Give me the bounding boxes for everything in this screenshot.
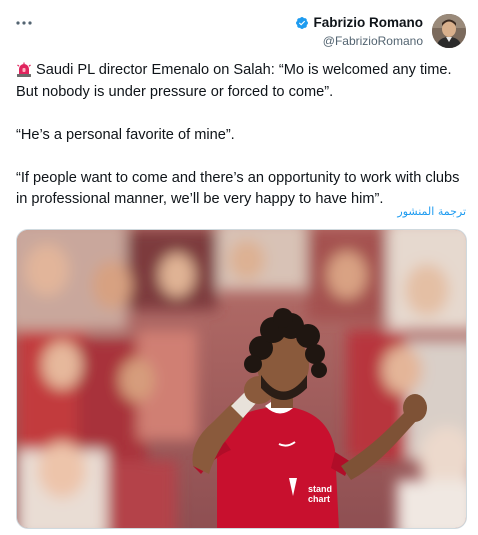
author-handle[interactable]: @FabrizioRomano — [323, 33, 423, 49]
tweet-author: Fabrizio Romano @FabrizioRomano — [295, 14, 466, 49]
translate-post-link[interactable]: ترجمة المنشور — [397, 205, 466, 218]
tweet-media-photo[interactable]: stand chart — [16, 229, 467, 529]
author-name-row: Fabrizio Romano — [295, 14, 423, 32]
shirt-sponsor-text: stand chart — [308, 484, 332, 504]
author-text: Fabrizio Romano @FabrizioRomano — [295, 14, 423, 49]
author-avatar[interactable] — [432, 14, 466, 48]
tweet-paragraph-1-text: Saudi PL director Emenalo on Salah: “Mo … — [16, 62, 452, 100]
verified-badge-icon — [296, 17, 309, 29]
tweet-card: Fabrizio Romano @FabrizioRomano Saudi PL… — [0, 0, 478, 535]
police-light-icon — [17, 62, 31, 77]
shirt-sponsor-word: chart — [308, 494, 330, 504]
more-options-button[interactable] — [14, 16, 34, 30]
author-display-name[interactable]: Fabrizio Romano — [313, 14, 423, 32]
tweet-paragraph: Saudi PL director Emenalo on Salah: “Mo … — [16, 60, 462, 103]
more-horizontal-icon — [16, 21, 32, 25]
football-player-celebrating-photo: stand chart — [17, 230, 466, 528]
tweet-text: Saudi PL director Emenalo on Salah: “Mo … — [16, 60, 462, 211]
shirt-sponsor-word: stand — [308, 484, 332, 494]
tweet-paragraph-3-text: “If people want to come and there’s an o… — [16, 169, 460, 208]
tweet-paragraph-2-text: “He’s a personal favorite of mine”. — [16, 126, 235, 143]
